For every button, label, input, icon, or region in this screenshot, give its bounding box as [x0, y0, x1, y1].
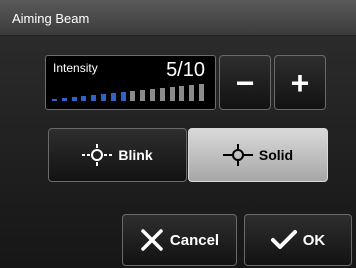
plus-icon: +	[290, 64, 310, 101]
intensity-level-bar	[150, 89, 155, 101]
blink-mode-button[interactable]: Blink	[48, 128, 187, 182]
intensity-level-bar	[130, 91, 136, 101]
intensity-level-bar	[140, 90, 146, 101]
solid-crosshair-icon	[222, 144, 253, 166]
intensity-level-bar	[71, 97, 77, 101]
dialog-title-bar: Aiming Beam	[0, 0, 356, 36]
intensity-value: 5/10	[166, 59, 205, 81]
blink-mode-label: Blink	[118, 147, 153, 163]
blink-crosshair-icon	[82, 144, 113, 166]
ok-label: OK	[302, 231, 326, 249]
intensity-level-bar	[81, 96, 87, 101]
intensity-level-bar	[169, 87, 175, 101]
intensity-level-bar	[120, 92, 126, 101]
intensity-level-bar	[101, 94, 106, 101]
solid-mode-button[interactable]: Solid	[188, 128, 328, 182]
cancel-label: Cancel	[169, 231, 220, 249]
dialog-title: Aiming Beam	[12, 11, 90, 26]
intensity-label: Intensity	[53, 61, 98, 75]
intensity-display: Intensity 5/10	[45, 55, 216, 110]
cancel-button[interactable]: Cancel	[122, 214, 237, 266]
intensity-level-bar	[199, 84, 204, 101]
intensity-level-bar	[110, 93, 116, 101]
intensity-level-bar	[91, 95, 97, 101]
intensity-level-bar	[189, 85, 195, 101]
intensity-level-bar	[61, 98, 67, 101]
intensity-level-bars	[52, 83, 210, 101]
intensity-level-bar	[159, 88, 165, 101]
close-icon	[140, 228, 164, 252]
increase-intensity-button[interactable]: +	[274, 55, 326, 110]
solid-mode-label: Solid	[258, 147, 294, 163]
decrease-intensity-button[interactable]: −	[219, 55, 271, 110]
ok-button[interactable]: OK	[244, 214, 352, 266]
checkmark-icon	[270, 229, 297, 251]
intensity-level-bar	[179, 86, 185, 101]
minus-icon: −	[235, 64, 255, 101]
intensity-level-bar	[52, 99, 57, 101]
